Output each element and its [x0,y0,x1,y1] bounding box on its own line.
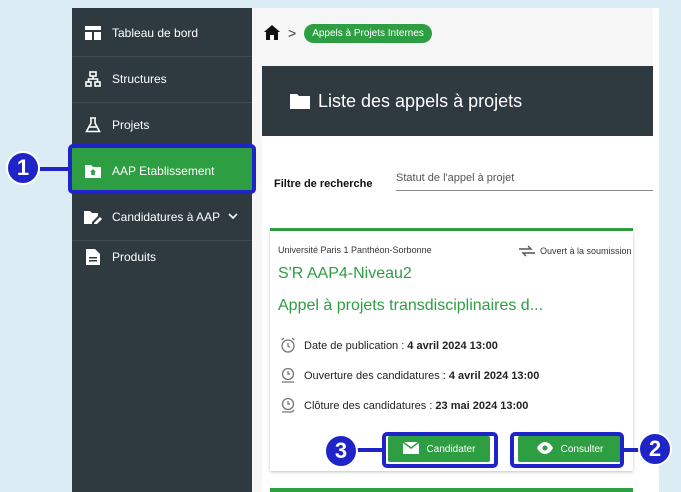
callout-number-3: 3 [324,434,358,468]
sidebar-item-label: Produits [112,250,157,264]
breadcrumb-current[interactable]: Appels à Projets Internes [304,23,432,43]
projects-panel: Liste des appels à projets Filtre de rec… [262,66,653,492]
panel-header: Liste des appels à projets [262,66,653,136]
status-select[interactable]: Statut de l'appel à projet [396,172,653,191]
callout-connector-1 [40,167,70,171]
sidebar: Tableau de bord Structures Projets AAP E… [72,8,252,492]
publication-date: Date de publication : 4 avril 2024 13:00 [280,337,498,355]
filter-label: Filtre de recherche [274,178,373,190]
dashboard-icon [84,24,102,42]
opening-date: Ouverture des candidatures : 4 avril 202… [280,367,539,385]
folder-edit-icon [84,208,102,226]
submission-icon [518,245,536,257]
chevron-down-icon[interactable] [228,212,238,223]
main-content: > Appels à Projets Internes Liste des ap… [252,8,653,492]
status-text: Ouvert à la soumission [540,246,632,256]
callout-highlight-1 [68,144,256,194]
status-badge: Ouvert à la soumission [518,245,632,257]
sidebar-item-produits[interactable]: Produits [72,234,252,280]
closing-date: Clôture des candidatures : 23 mai 2024 1… [280,397,528,415]
sidebar-item-projets[interactable]: Projets [72,102,252,148]
page-edge [653,8,659,492]
search-filter: Filtre de recherche Statut de l'appel à … [274,172,653,191]
sidebar-item-label: Structures [112,72,167,86]
home-icon[interactable] [264,25,280,41]
alarm-clock-icon [280,337,298,355]
sidebar-item-tableau-de-bord[interactable]: Tableau de bord [72,10,252,56]
card-title[interactable]: Appel à projets transdisciplinaires d... [278,297,543,315]
date-value: 4 avril 2024 13:00 [448,370,540,382]
breadcrumb: > Appels à Projets Internes [252,8,653,58]
callout-highlight-2 [510,432,624,468]
page-title: Liste des appels à projets [318,90,523,111]
sitemap-icon [84,70,102,88]
folder-icon [290,93,310,109]
breadcrumb-separator: > [288,25,297,41]
date-label: Date de publication : [304,340,405,352]
date-value: 4 avril 2024 13:00 [407,340,498,352]
clock-start-icon [280,367,298,385]
callout-number-2: 2 [638,432,672,466]
document-icon [84,248,102,266]
callout-number-1: 1 [6,151,40,185]
clock-end-icon [280,397,298,415]
date-value: 23 mai 2024 13:00 [435,400,529,412]
card-organization: Université Paris 1 Panthéon-Sorbonne [278,245,432,255]
sidebar-item-label: Tableau de bord [112,26,199,40]
sidebar-item-label: Candidatures à AAP [112,210,221,224]
callout-highlight-3 [382,432,498,468]
next-card-accent [270,488,633,492]
date-label: Clôture des candidatures : [304,400,433,412]
sidebar-item-label: Projets [112,118,150,132]
card-code[interactable]: S'R AAP4-Niveau2 [278,265,412,283]
callout-connector-3 [356,448,384,452]
sidebar-item-structures[interactable]: Structures [72,56,252,102]
date-label: Ouverture des candidatures : [304,370,446,382]
flask-icon [84,116,102,134]
